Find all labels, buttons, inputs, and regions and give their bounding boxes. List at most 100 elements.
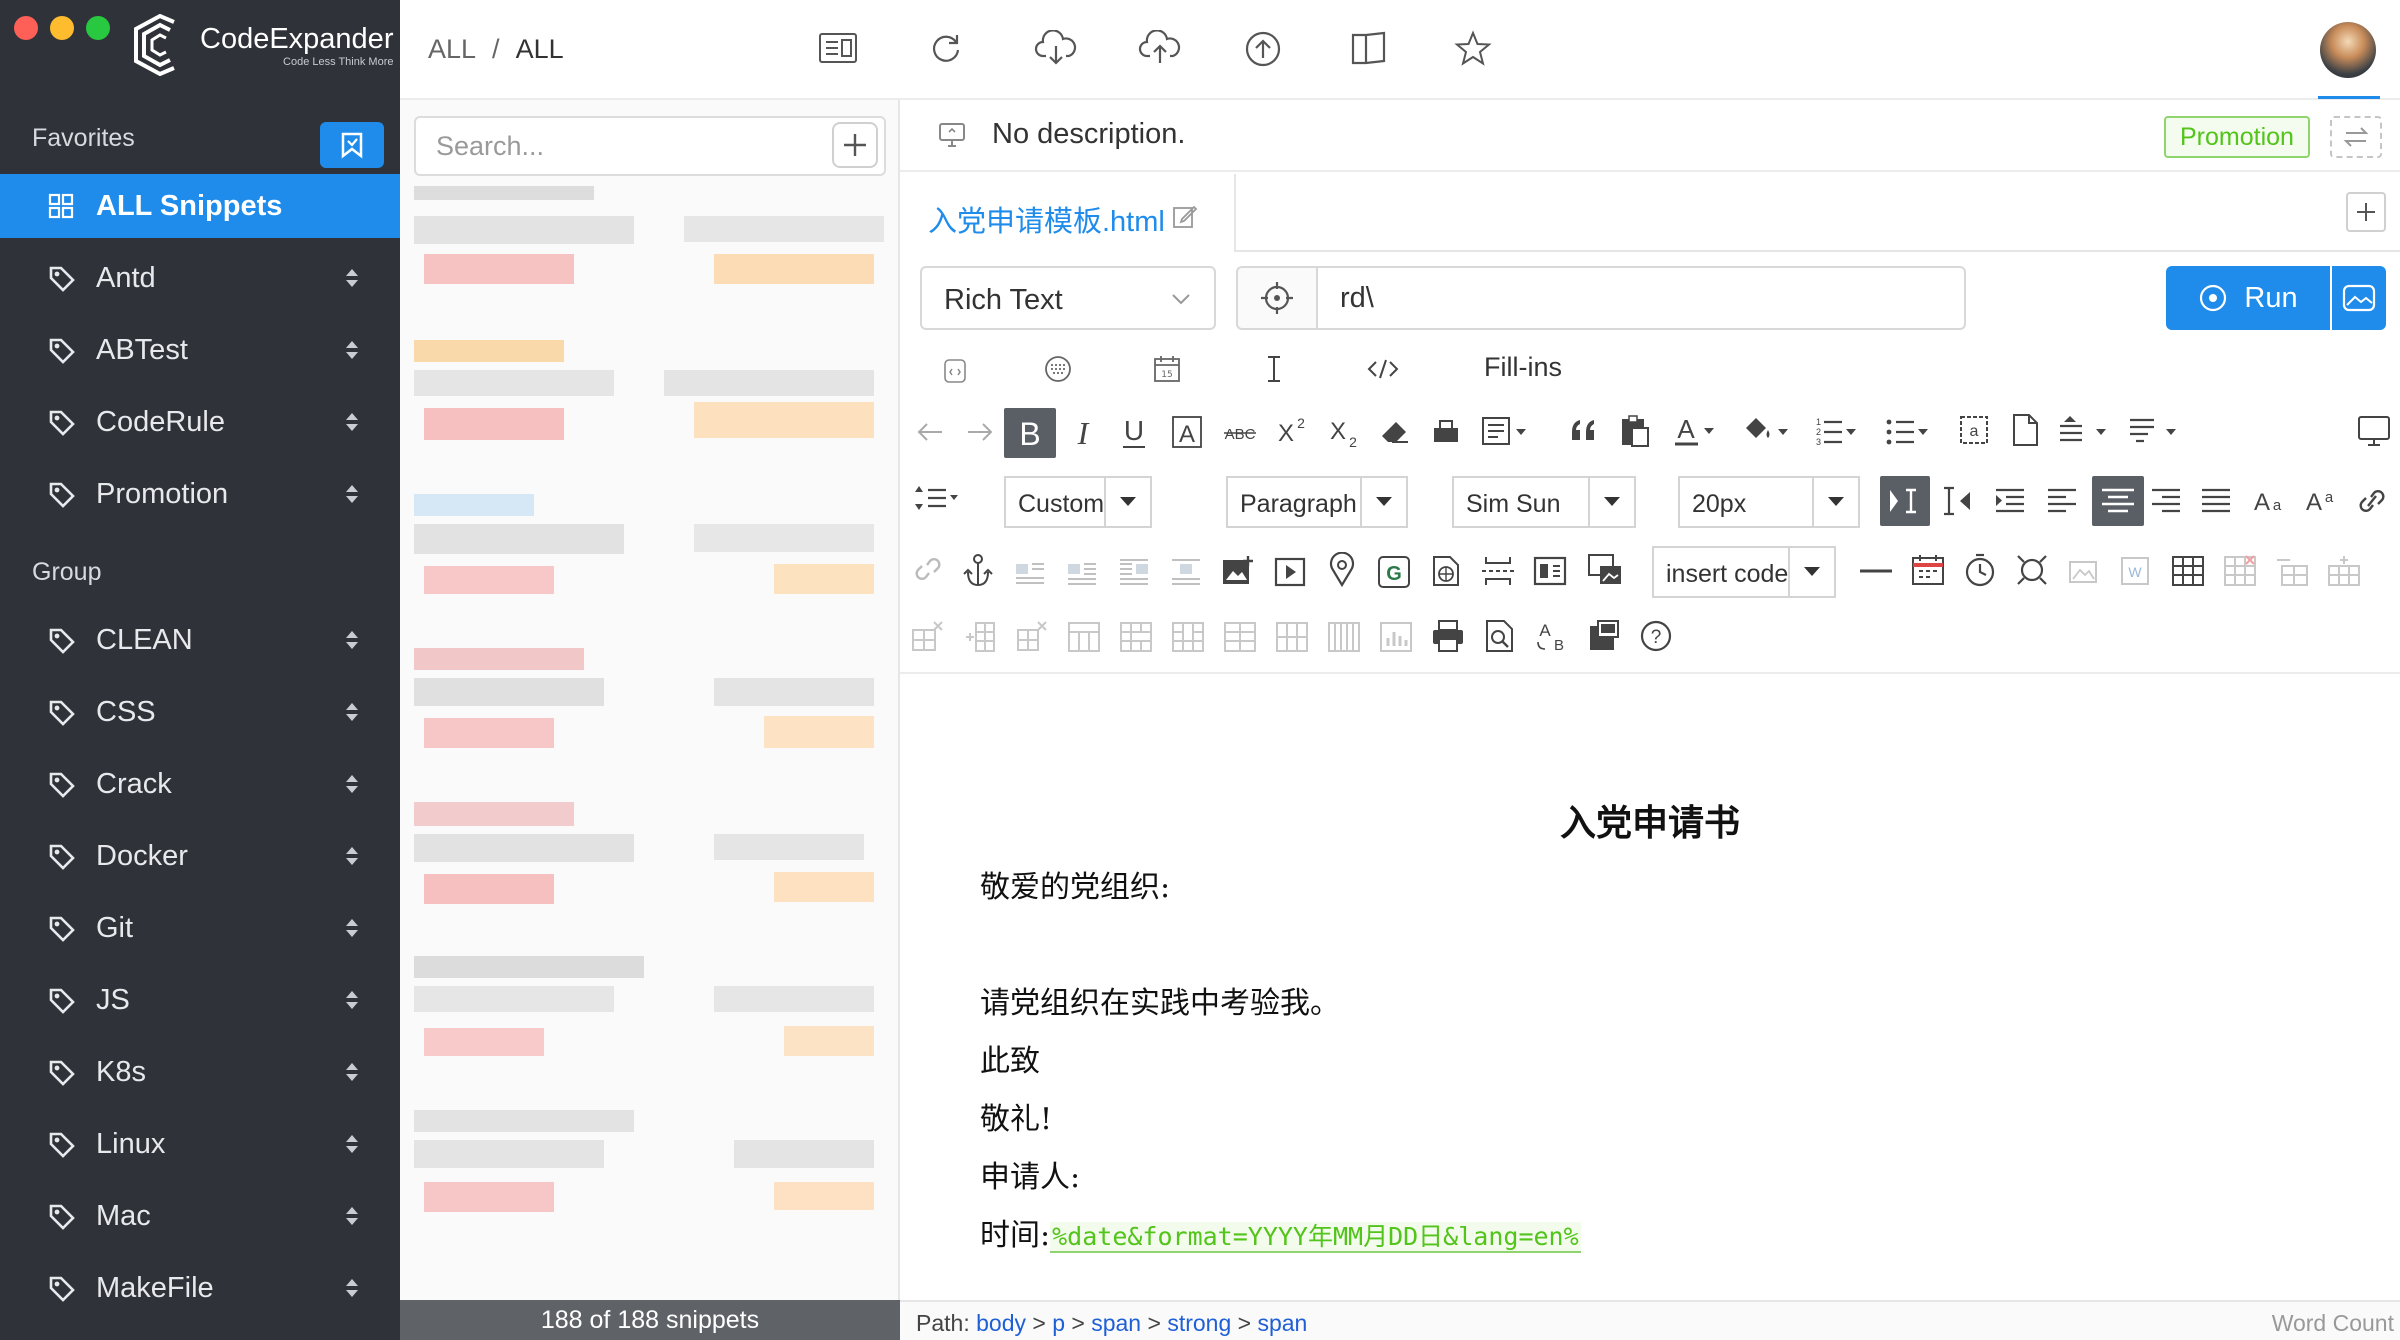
insert-video-icon[interactable] (1272, 554, 1308, 588)
code-icon[interactable] (1366, 356, 1400, 382)
window-zoom-button[interactable] (86, 16, 110, 40)
merge-cells-icon[interactable] (1066, 620, 1102, 654)
swap-button[interactable] (2330, 116, 2382, 158)
undo-icon[interactable] (914, 416, 946, 448)
superscript-icon[interactable]: X2 (1272, 414, 1308, 448)
avatar[interactable] (2320, 22, 2376, 78)
promotion-tag[interactable]: Promotion (2164, 116, 2310, 158)
chart-icon[interactable] (1378, 620, 1414, 654)
sidebar-item-makefile[interactable]: MakeFile (0, 1256, 400, 1320)
insert-table-icon[interactable] (2170, 554, 2206, 588)
book-icon[interactable] (1350, 30, 1388, 66)
list-item[interactable] (414, 956, 886, 1106)
help-icon[interactable]: ? (1638, 618, 1674, 654)
lowercase-icon[interactable]: Aa (2302, 482, 2338, 518)
fullscreen-icon[interactable] (2356, 414, 2392, 448)
sidebar-item-linux[interactable]: Linux (0, 1112, 400, 1176)
list-item[interactable] (414, 340, 886, 490)
sort-icon[interactable] (344, 916, 360, 940)
sort-icon[interactable] (344, 1060, 360, 1084)
sort-icon[interactable] (344, 1204, 360, 1228)
new-page-icon[interactable] (2010, 412, 2040, 448)
insert-frame-icon[interactable] (1428, 554, 1464, 588)
search-replace-icon[interactable]: AB (1534, 618, 1570, 654)
insert-date-icon[interactable] (1910, 552, 1946, 588)
target-button[interactable] (1236, 266, 1316, 330)
sidebar-item-docker[interactable]: Docker (0, 824, 400, 888)
sidebar-item-git[interactable]: Git (0, 896, 400, 960)
split-columns-icon[interactable] (1326, 620, 1362, 654)
sidebar-item-js[interactable]: JS (0, 968, 400, 1032)
font-border-icon[interactable]: A (1170, 414, 1204, 450)
paragraph-format-icon[interactable] (2126, 412, 2182, 448)
insert-column-icon[interactable] (962, 620, 998, 654)
strikethrough-icon[interactable]: ABC (1220, 418, 1260, 448)
print-icon[interactable] (1430, 618, 1466, 654)
link-icon[interactable] (2354, 486, 2390, 516)
select-all-icon[interactable]: a (1958, 414, 1990, 446)
calendar-icon[interactable]: 15 (1152, 354, 1182, 384)
preview-icon[interactable] (1482, 618, 1518, 654)
image-none-icon[interactable] (1012, 556, 1048, 588)
sync-icon[interactable] (928, 30, 964, 66)
window-close-button[interactable] (14, 16, 38, 40)
insert-columns-icon[interactable] (1532, 554, 1568, 588)
anchor-icon[interactable] (960, 552, 996, 590)
tab-file[interactable]: 入党申请模板.html (900, 174, 1236, 252)
abbreviation-input[interactable] (1318, 268, 1964, 328)
delete-column-icon[interactable] (1014, 620, 1050, 654)
breadcrumb-current[interactable]: ALL (516, 34, 564, 65)
google-map-icon[interactable]: G (1376, 554, 1412, 588)
redo-icon[interactable] (964, 416, 996, 448)
window-minimize-button[interactable] (50, 16, 74, 40)
path-span[interactable]: span (1091, 1310, 1141, 1336)
snippet-type-select[interactable]: Rich Text (920, 266, 1216, 330)
template-icon[interactable] (1480, 414, 1530, 448)
font-color-icon[interactable]: A (1672, 412, 1716, 448)
insert-row-icon[interactable] (2326, 554, 2362, 588)
screenshot-icon[interactable] (1586, 552, 1624, 588)
keyboard-icon[interactable] (1042, 354, 1074, 384)
word-image-icon[interactable]: W (2118, 554, 2154, 588)
italic-icon[interactable]: I (1068, 414, 1098, 450)
run-button[interactable]: Run (2166, 266, 2330, 330)
page-break-icon[interactable] (1480, 554, 1516, 588)
path-body[interactable]: body (976, 1310, 1026, 1336)
sort-icon[interactable] (344, 628, 360, 652)
align-center-button[interactable] (2092, 476, 2144, 526)
sidebar-item-abtest[interactable]: ABTest (0, 318, 400, 382)
align-left-icon[interactable] (2044, 484, 2080, 518)
insert-paragraph-before-table-icon[interactable] (2274, 554, 2310, 588)
sidebar-item-coderule[interactable]: CodeRule (0, 390, 400, 454)
line-height-icon[interactable] (2056, 412, 2112, 448)
list-item[interactable] (414, 1110, 886, 1260)
format-painter-icon[interactable] (1430, 416, 1462, 448)
snippet-description[interactable]: No description. (992, 118, 1185, 151)
sidebar-item-mac[interactable]: Mac (0, 1184, 400, 1248)
sidebar-item-antd[interactable]: Antd (0, 246, 400, 310)
image-right-icon[interactable] (1116, 556, 1152, 588)
bold-button[interactable]: B (1004, 408, 1056, 458)
cloud-upload-icon[interactable] (1138, 30, 1182, 66)
ordered-list-icon[interactable]: 123 (1810, 412, 1860, 448)
uppercase-icon[interactable]: Aa (2250, 482, 2286, 518)
breadcrumb-root[interactable]: ALL (428, 34, 476, 65)
path-span-inner[interactable]: span (1257, 1310, 1307, 1336)
list-item[interactable] (414, 494, 886, 644)
paragraph-select[interactable]: Paragraph (1226, 476, 1408, 528)
delete-table-icon[interactable] (2222, 554, 2258, 588)
quote-icon[interactable] (1568, 416, 1600, 446)
merge-down-icon[interactable] (1170, 620, 1206, 654)
sidebar-item-promotion[interactable]: Promotion (0, 462, 400, 526)
sort-icon[interactable] (344, 482, 360, 506)
image-center-icon[interactable] (1168, 556, 1204, 588)
list-item[interactable] (414, 802, 886, 952)
align-right-icon[interactable] (2148, 484, 2184, 518)
star-icon[interactable] (1454, 30, 1492, 68)
text-direction-rtl-icon[interactable] (1940, 484, 1976, 518)
sort-icon[interactable] (344, 988, 360, 1012)
split-cells-icon[interactable] (1222, 620, 1258, 654)
sort-icon[interactable] (344, 844, 360, 868)
list-item[interactable] (414, 648, 886, 798)
map-pin-icon[interactable] (1324, 552, 1360, 588)
